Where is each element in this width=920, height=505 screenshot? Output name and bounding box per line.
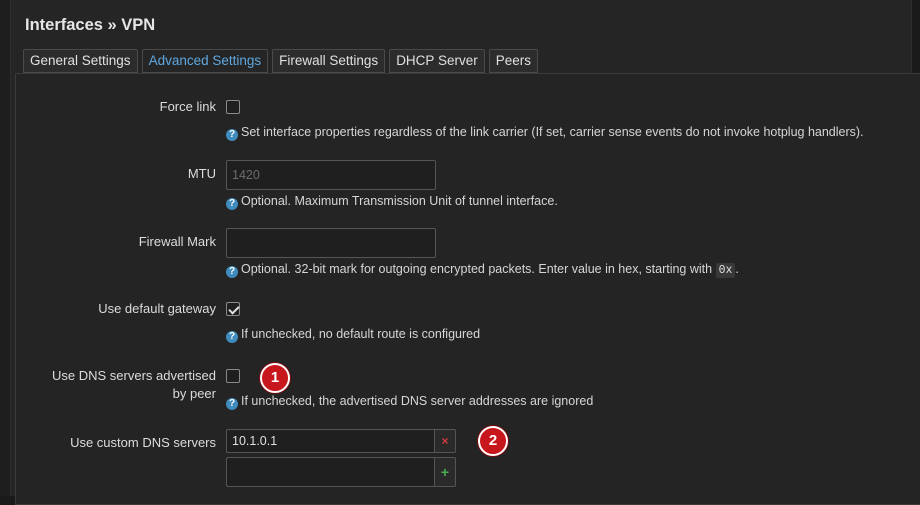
help-icon: ? <box>226 331 238 343</box>
advanced-settings-panel: Force link ? Set interface properties reg… <box>15 73 920 505</box>
default-gateway-help: ? If unchecked, no default route is confi… <box>226 326 480 343</box>
tab-advanced-settings[interactable]: Advanced Settings <box>141 49 269 73</box>
help-icon: ? <box>226 129 238 141</box>
annotation-badge-2: 2 <box>478 426 508 456</box>
firewall-mark-input[interactable] <box>226 228 436 258</box>
help-icon: ? <box>226 198 238 210</box>
custom-dns-entry: × <box>226 429 456 453</box>
tab-peers[interactable]: Peers <box>488 49 538 73</box>
modal-title: Interfaces » VPN <box>25 16 156 34</box>
peer-dns-label: Use DNS servers advertised by peer <box>52 368 216 401</box>
custom-dns-value-input[interactable] <box>226 429 434 453</box>
modal-dialog: Interfaces » VPN General Settings Advanc… <box>10 0 920 505</box>
tab-general-settings[interactable]: General Settings <box>23 49 138 73</box>
mtu-help: ? Optional. Maximum Transmission Unit of … <box>226 193 558 210</box>
annotation-badge-1: 1 <box>260 363 290 393</box>
force-link-checkbox[interactable] <box>226 100 240 114</box>
help-icon: ? <box>226 266 238 278</box>
remove-dns-button[interactable]: × <box>434 429 456 453</box>
tab-firewall-settings[interactable]: Firewall Settings <box>272 49 386 73</box>
hex-prefix-code: 0x <box>715 263 736 278</box>
custom-dns-new-input[interactable] <box>226 457 434 487</box>
custom-dns-new-entry: + <box>226 457 456 487</box>
add-dns-button[interactable]: + <box>434 457 456 487</box>
custom-dns-label: Use custom DNS servers <box>70 435 216 450</box>
mtu-label: MTU <box>187 166 216 181</box>
default-gateway-label: Use default gateway <box>98 301 216 316</box>
mtu-input[interactable] <box>226 160 436 190</box>
help-icon: ? <box>226 398 238 410</box>
tab-bar: General Settings Advanced Settings Firew… <box>23 49 538 73</box>
peer-dns-help: ? If unchecked, the advertised DNS server… <box>226 393 593 410</box>
force-link-help: ? Set interface properties regardless of … <box>226 124 864 141</box>
peer-dns-checkbox[interactable] <box>226 369 240 383</box>
firewall-mark-help: ? Optional. 32-bit mark for outgoing encr… <box>226 261 739 279</box>
default-gateway-checkbox[interactable] <box>226 302 240 316</box>
tab-dhcp-server[interactable]: DHCP Server <box>389 49 485 73</box>
background-page <box>0 0 10 496</box>
force-link-label: Force link <box>159 99 216 114</box>
firewall-mark-label: Firewall Mark <box>138 234 216 249</box>
